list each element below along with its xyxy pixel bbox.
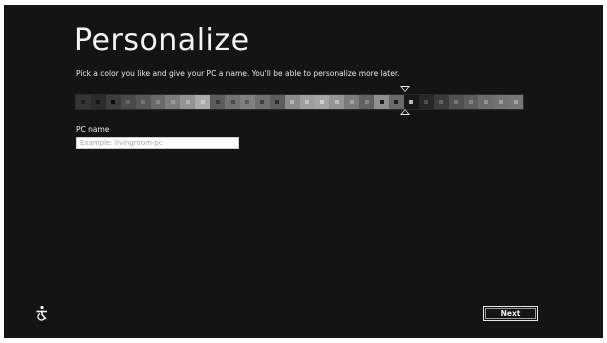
color-swatch-strip[interactable] <box>75 94 524 110</box>
color-swatch[interactable] <box>225 95 240 109</box>
pc-name-label: PC name <box>76 125 110 134</box>
color-swatch-dot <box>141 100 146 104</box>
color-swatch-dot <box>483 100 488 104</box>
pc-name-input[interactable] <box>76 137 239 149</box>
color-swatch-dot <box>513 100 518 104</box>
color-swatch-dot <box>111 100 116 104</box>
color-swatch[interactable] <box>344 95 360 109</box>
color-swatch[interactable] <box>150 95 166 109</box>
color-swatch-dot <box>349 100 354 104</box>
color-swatch[interactable] <box>418 95 434 109</box>
color-swatch[interactable] <box>195 95 211 109</box>
color-swatch-dot <box>155 100 160 104</box>
color-swatch[interactable] <box>120 95 136 109</box>
color-swatch[interactable] <box>180 95 196 109</box>
color-swatch[interactable] <box>135 95 151 109</box>
color-swatch[interactable] <box>269 95 285 109</box>
page-subtitle: Pick a color you like and give your PC a… <box>76 69 400 78</box>
color-swatch[interactable] <box>478 95 494 109</box>
color-swatch[interactable] <box>105 95 121 109</box>
color-swatch-dot <box>81 100 86 104</box>
color-swatch-dot <box>469 100 474 104</box>
color-swatch-dot <box>498 100 503 104</box>
color-swatch[interactable] <box>389 95 404 109</box>
color-swatch-dot <box>215 100 220 104</box>
next-button[interactable]: Next <box>483 306 538 321</box>
color-swatch[interactable] <box>239 95 255 109</box>
color-swatch[interactable] <box>299 95 315 109</box>
color-swatch-dot <box>290 100 295 104</box>
color-swatch[interactable] <box>374 95 390 109</box>
color-swatch[interactable] <box>403 95 419 109</box>
color-swatch-dot <box>275 100 280 104</box>
color-swatch[interactable] <box>314 95 330 109</box>
page-title: Personalize <box>74 23 250 58</box>
color-swatch[interactable] <box>165 95 181 109</box>
ease-of-access-icon[interactable] <box>34 305 50 321</box>
color-swatch[interactable] <box>90 95 106 109</box>
color-swatch[interactable] <box>508 95 524 109</box>
color-swatch[interactable] <box>254 95 270 109</box>
color-swatch[interactable] <box>284 95 300 109</box>
color-swatch-dot <box>96 100 101 104</box>
color-swatch-dot <box>200 100 205 104</box>
color-slider-top-arrow-icon[interactable] <box>400 86 410 92</box>
color-swatch[interactable] <box>433 95 449 109</box>
color-swatch-dot <box>439 100 444 104</box>
color-swatch-dot <box>409 100 414 104</box>
color-swatch-dot <box>394 100 399 104</box>
color-swatch-dot <box>454 100 459 104</box>
color-swatch-dot <box>245 100 250 104</box>
color-swatch-dot <box>379 100 384 104</box>
color-swatch-dot <box>424 100 429 104</box>
color-swatch-dot <box>260 100 265 104</box>
color-swatch-dot <box>364 100 369 104</box>
color-swatch[interactable] <box>76 95 91 109</box>
color-swatch[interactable] <box>448 95 464 109</box>
color-swatch-dot <box>230 100 235 104</box>
setup-screen: Personalize Pick a color you like and gi… <box>4 5 603 338</box>
color-swatch-dot <box>185 100 190 104</box>
color-swatch[interactable] <box>329 95 345 109</box>
color-slider-bottom-arrow-icon[interactable] <box>400 109 410 115</box>
color-swatch[interactable] <box>463 95 479 109</box>
color-swatch-dot <box>319 100 324 104</box>
color-swatch[interactable] <box>493 95 509 109</box>
color-swatch[interactable] <box>210 95 226 109</box>
color-swatch-dot <box>126 100 131 104</box>
color-swatch-dot <box>334 100 339 104</box>
color-swatch-dot <box>170 100 175 104</box>
color-swatch[interactable] <box>359 95 375 109</box>
color-swatch-dot <box>305 100 310 104</box>
